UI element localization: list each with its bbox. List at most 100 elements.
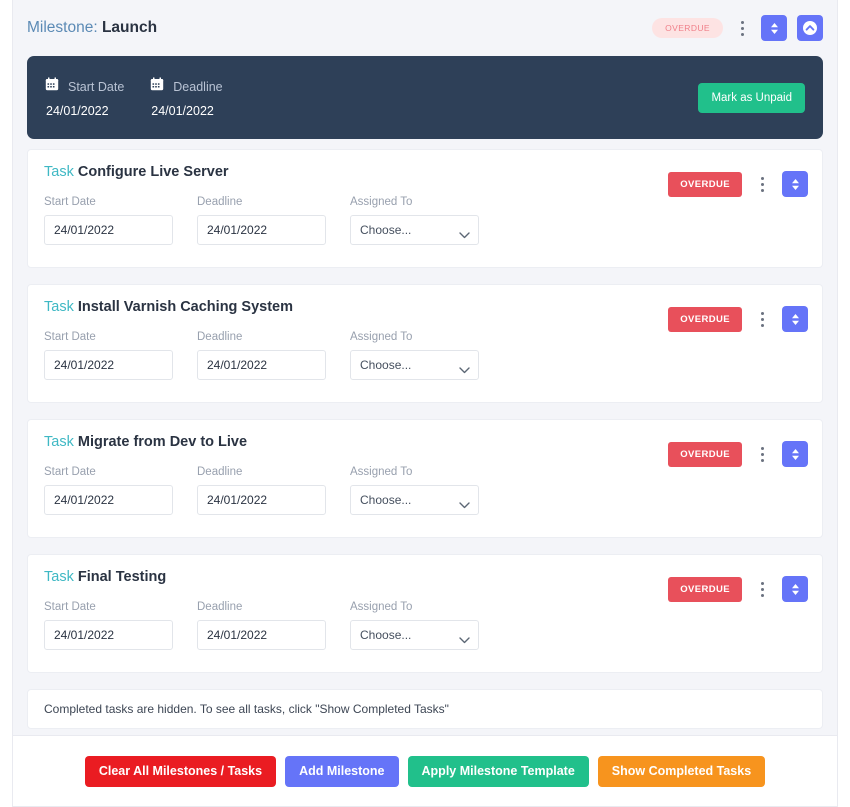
assigned-to-select-wrap: Choose... — [350, 350, 479, 380]
hidden-tasks-note: Completed tasks are hidden. To see all t… — [27, 689, 823, 729]
task-label: Task — [44, 569, 74, 585]
task-status-badge: OVERDUE — [668, 441, 742, 467]
milestone-reorder-button[interactable] — [761, 15, 787, 41]
task-name: Migrate from Dev to Live — [77, 434, 248, 450]
vertical-dots-icon — [760, 311, 764, 315]
task-list: Task Configure Live Server Start Date De… — [13, 139, 837, 673]
task-kebab-menu-button[interactable] — [753, 306, 771, 332]
task-reorder-button[interactable] — [782, 306, 808, 332]
task-name: Install Varnish Caching System — [77, 299, 294, 315]
calendar-icon — [150, 77, 164, 96]
calendar-icon — [45, 77, 59, 96]
task-kebab-menu-button[interactable] — [753, 171, 771, 197]
task-deadline-field: Deadline — [197, 331, 326, 380]
vertical-dots-icon — [760, 323, 764, 327]
assigned-to-select[interactable]: Choose... — [350, 215, 479, 245]
milestone-deadline-value: 24/01/2022 — [151, 104, 214, 118]
clear-all-milestones-tasks-button[interactable]: Clear All Milestones / Tasks — [84, 755, 277, 787]
sort-up-down-icon — [789, 447, 802, 462]
milestone-name: Launch — [101, 19, 158, 36]
task-kebab-menu-button[interactable] — [753, 441, 771, 467]
task-fields: Start Date Deadline Assigned To Choose..… — [44, 196, 808, 245]
start-date-label: Start Date — [44, 466, 96, 478]
task-controls: OVERDUE — [668, 306, 808, 332]
milestone-start-date-block: Start Date 24/01/2022 — [45, 77, 124, 118]
vertical-dots-icon — [760, 176, 764, 180]
task-label: Task — [44, 299, 74, 315]
milestone-deadline-block: Deadline 24/01/2022 — [150, 77, 223, 118]
chevron-up-circle-icon — [802, 20, 818, 36]
task-assigned-to-field: Assigned To Choose... — [350, 331, 479, 380]
milestone-header: Milestone: Launch OVERDUE — [13, 0, 837, 56]
task-kebab-menu-button[interactable] — [753, 576, 771, 602]
deadline-label: Deadline — [197, 466, 243, 478]
task-start-date-field: Start Date — [44, 466, 173, 515]
task-reorder-button[interactable] — [782, 576, 808, 602]
task-start-date-field: Start Date — [44, 331, 173, 380]
milestone-collapse-button[interactable] — [797, 15, 823, 41]
assigned-to-select-wrap: Choose... — [350, 215, 479, 245]
vertical-dots-icon — [760, 587, 764, 591]
task-reorder-button[interactable] — [782, 441, 808, 467]
vertical-dots-icon — [760, 317, 764, 321]
task-start-date-field: Start Date — [44, 601, 173, 650]
milestone-header-controls: OVERDUE — [652, 15, 823, 41]
sort-up-down-icon — [768, 21, 781, 36]
assigned-to-select[interactable]: Choose... — [350, 350, 479, 380]
show-completed-tasks-button[interactable]: Show Completed Tasks — [597, 755, 766, 787]
action-bar: Clear All Milestones / Tasks Add Milesto… — [12, 736, 838, 807]
assigned-to-label: Assigned To — [350, 601, 413, 613]
assigned-to-label: Assigned To — [350, 196, 413, 208]
task-deadline-field: Deadline — [197, 196, 326, 245]
add-milestone-button[interactable]: Add Milestone — [285, 755, 399, 787]
start-date-label: Start Date — [44, 601, 96, 613]
task-reorder-button[interactable] — [782, 171, 808, 197]
task-label: Task — [44, 164, 74, 180]
apply-milestone-template-button[interactable]: Apply Milestone Template — [407, 755, 589, 787]
assigned-to-select-wrap: Choose... — [350, 620, 479, 650]
deadline-input[interactable] — [197, 350, 326, 380]
start-date-input[interactable] — [44, 215, 173, 245]
milestone-kebab-menu-button[interactable] — [733, 15, 751, 41]
task-deadline-field: Deadline — [197, 466, 326, 515]
task-start-date-field: Start Date — [44, 196, 173, 245]
milestone-start-date-value: 24/01/2022 — [46, 104, 109, 118]
task-label: Task — [44, 434, 74, 450]
vertical-dots-icon — [760, 446, 764, 450]
milestone-dates: Start Date 24/01/2022 Deadline 24/01/202… — [45, 77, 249, 118]
sort-up-down-icon — [789, 177, 802, 192]
deadline-input[interactable] — [197, 215, 326, 245]
start-date-input[interactable] — [44, 620, 173, 650]
task-status-badge: OVERDUE — [668, 171, 742, 197]
vertical-dots-icon — [760, 188, 764, 192]
deadline-label: Deadline — [197, 601, 243, 613]
start-date-input[interactable] — [44, 485, 173, 515]
mark-as-unpaid-button[interactable]: Mark as Unpaid — [698, 82, 805, 113]
deadline-input[interactable] — [197, 485, 326, 515]
milestone-deadline-head: Deadline — [150, 77, 223, 96]
vertical-dots-icon — [760, 182, 764, 186]
task-name: Configure Live Server — [77, 164, 229, 180]
milestone-label: Milestone: — [27, 19, 98, 36]
task-fields: Start Date Deadline Assigned To Choose..… — [44, 601, 808, 650]
task-row: Task Configure Live Server Start Date De… — [27, 149, 823, 268]
page-title: Milestone: Launch — [27, 19, 157, 37]
milestone-start-date-head: Start Date — [45, 77, 124, 96]
sort-up-down-icon — [789, 312, 802, 327]
vertical-dots-icon — [740, 26, 744, 30]
vertical-dots-icon — [740, 20, 744, 24]
vertical-dots-icon — [760, 452, 764, 456]
start-date-label: Start Date — [44, 331, 96, 343]
task-deadline-field: Deadline — [197, 601, 326, 650]
vertical-dots-icon — [760, 593, 764, 597]
assigned-to-select[interactable]: Choose... — [350, 485, 479, 515]
task-row: Task Final Testing Start Date Deadline A… — [27, 554, 823, 673]
task-controls: OVERDUE — [668, 441, 808, 467]
deadline-input[interactable] — [197, 620, 326, 650]
task-fields: Start Date Deadline Assigned To Choose..… — [44, 331, 808, 380]
task-name: Final Testing — [77, 569, 167, 585]
task-assigned-to-field: Assigned To Choose... — [350, 196, 479, 245]
task-controls: OVERDUE — [668, 576, 808, 602]
assigned-to-select[interactable]: Choose... — [350, 620, 479, 650]
start-date-input[interactable] — [44, 350, 173, 380]
